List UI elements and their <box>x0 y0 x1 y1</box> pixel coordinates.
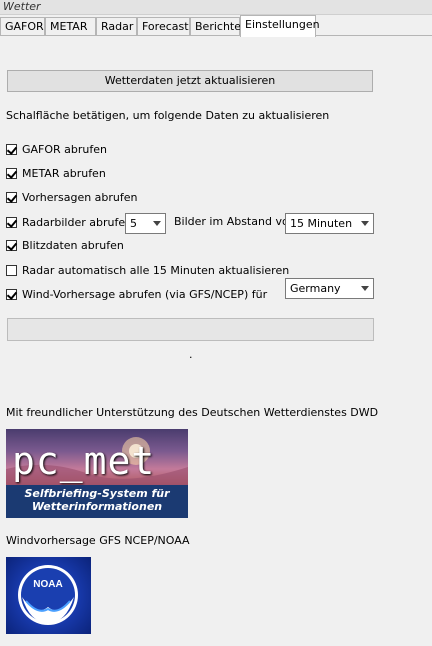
interval-value: 15 Minuten <box>290 217 353 230</box>
region-select[interactable]: Germany <box>285 278 374 299</box>
option-radar[interactable]: Radarbilder abrufen <box>6 214 132 230</box>
chevron-down-icon <box>153 221 161 226</box>
pcmet-logo: pc_met Selfbriefing-System für Wetterinf… <box>6 429 188 518</box>
option-gafor-label: GAFOR abrufen <box>22 142 108 156</box>
chevron-down-icon <box>361 286 369 291</box>
option-metar-label: METAR abrufen <box>22 166 106 180</box>
pcmet-logo-text: pc_met <box>12 439 156 483</box>
option-metar[interactable]: METAR abrufen <box>6 165 106 181</box>
checkbox-radar-auto[interactable] <box>6 264 17 276</box>
checkbox-lightning[interactable] <box>6 239 17 251</box>
region-value: Germany <box>290 282 341 295</box>
checkbox-metar[interactable] <box>6 167 17 179</box>
tab-metar[interactable]: METAR <box>45 17 96 35</box>
chevron-down-icon <box>361 221 369 226</box>
radar-count-select[interactable]: 5 <box>125 213 166 234</box>
checkbox-gafor[interactable] <box>6 143 17 155</box>
status-dot: . <box>189 348 193 361</box>
checkbox-forecast[interactable] <box>6 191 17 203</box>
noaa-logo: NOAA <box>6 557 91 634</box>
dwd-credit-text: Mit freundlicher Unterstützung des Deuts… <box>6 406 379 419</box>
tab-berichte[interactable]: Berichte <box>190 17 241 35</box>
option-lightning[interactable]: Blitzdaten abrufen <box>6 237 124 253</box>
tab-gafor[interactable]: GAFOR <box>0 17 45 35</box>
window-title: Wetter <box>3 0 41 13</box>
checkbox-wind[interactable] <box>6 288 17 300</box>
update-weather-button[interactable]: Wetterdaten jetzt aktualisieren <box>7 70 373 92</box>
tab-einstellungen[interactable]: Einstellungen <box>240 15 320 37</box>
window-titlebar: Wetter <box>0 0 432 15</box>
gfs-credit-text: Windvorhersage GFS NCEP/NOAA <box>6 534 190 547</box>
option-forecast-label: Vorhersagen abrufen <box>22 190 138 204</box>
option-lightning-label: Blitzdaten abrufen <box>22 238 124 252</box>
option-radar-auto-label: Radar automatisch alle 15 Minuten aktual… <box>22 263 290 277</box>
tab-forecast[interactable]: Forecast <box>137 17 190 35</box>
tab-bar: GAFOR METAR Radar Forecast Berichte Eins… <box>0 15 432 37</box>
radar-count-value: 5 <box>130 217 137 230</box>
instruction-text: Schalfläche betätigen, um folgende Daten… <box>6 109 330 122</box>
noaa-logo-text: NOAA <box>33 579 62 590</box>
option-radar-label: Radarbilder abrufen <box>22 215 133 229</box>
checkbox-radar[interactable] <box>6 216 17 228</box>
option-gafor[interactable]: GAFOR abrufen <box>6 141 107 157</box>
noaa-emblem: NOAA <box>18 565 78 625</box>
option-wind[interactable]: Wind-Vorhersage abrufen (via GFS/NCEP) f… <box>6 286 267 302</box>
interval-label: Bilder im Abstand von <box>174 215 296 228</box>
option-radar-auto[interactable]: Radar automatisch alle 15 Minuten aktual… <box>6 262 289 278</box>
option-wind-label: Wind-Vorhersage abrufen (via GFS/NCEP) f… <box>22 287 268 301</box>
option-forecast[interactable]: Vorhersagen abrufen <box>6 189 138 205</box>
settings-panel <box>0 36 432 646</box>
interval-select[interactable]: 15 Minuten <box>285 213 374 234</box>
progress-bar <box>7 318 374 341</box>
pcmet-tagline: Selfbriefing-System für Wetterinformatio… <box>24 487 170 513</box>
tab-radar[interactable]: Radar <box>96 17 137 35</box>
